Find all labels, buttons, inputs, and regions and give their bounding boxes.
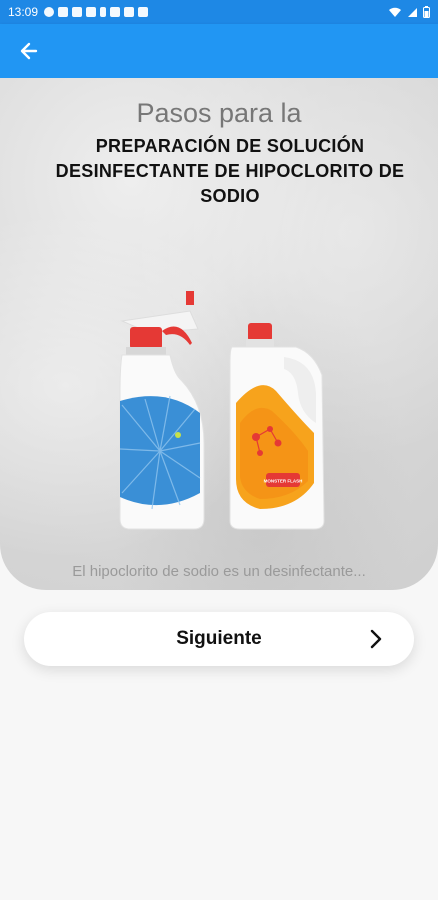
battery-icon [423,6,430,18]
usb-icon [100,7,107,17]
image-icon [124,7,135,17]
step-caption: El hipoclorito de sodio es un desinfecta… [72,563,366,580]
check-icon [110,7,121,17]
bottles-illustration: MONSTER FLASH [119,291,325,530]
arrow-left-icon [20,42,38,60]
system-icons [388,6,430,18]
whatsapp-icon [44,7,55,17]
app-bar [0,24,438,78]
bottle-label: MONSTER FLASH [264,479,303,484]
square-icon [72,7,83,17]
square-icon [58,7,69,17]
title-subtitle: Pasos para la [136,98,302,128]
chevron-right-icon [370,629,382,649]
spray-bottle-image [119,291,205,530]
signal-icon [408,7,417,17]
status-bar: 13:09 [0,0,438,24]
notification-icons [44,7,149,17]
youtube-icon [138,7,149,17]
status-time: 13:09 [8,5,39,19]
wifi-icon [389,7,401,17]
next-button-label: Siguiente [176,628,262,649]
back-button[interactable] [12,34,46,68]
bleach-bottle-image: MONSTER FLASH [229,323,325,530]
page-title: PREPARACIÓN DE SOLUCIÓN DESINFECTANTE DE… [55,136,405,206]
ff-icon [86,7,97,17]
next-button[interactable]: Siguiente [24,612,414,666]
hero-card: Pasos para la PREPARACIÓN DE SOLUCIÓN DE… [0,78,438,590]
